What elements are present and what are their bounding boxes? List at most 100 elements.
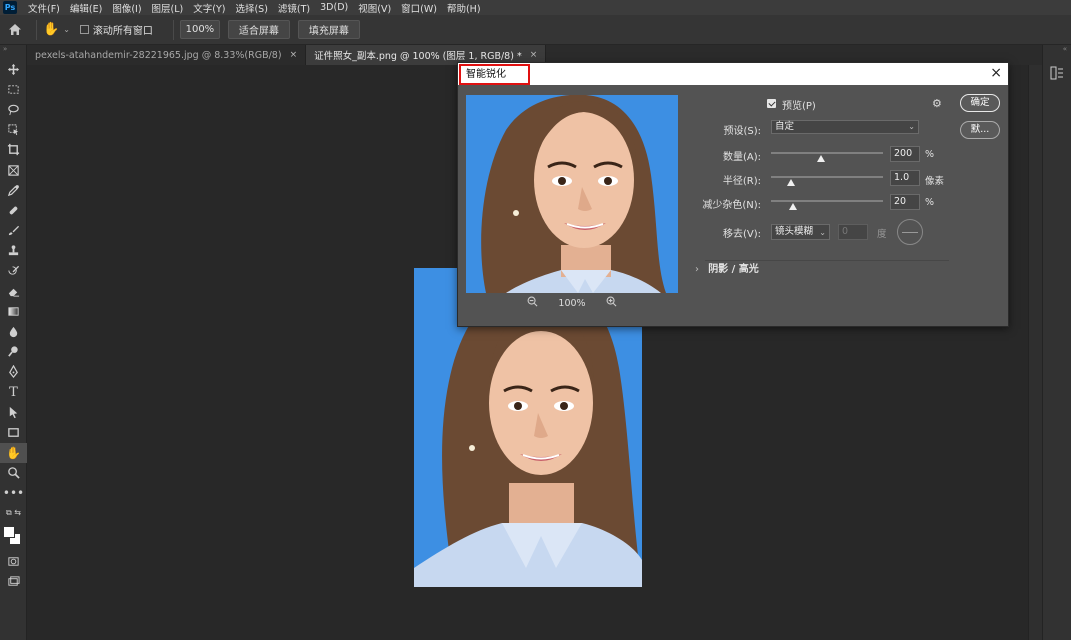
tab-label: pexels-atahandemir-28221965.jpg @ 8.33%(… (35, 49, 282, 61)
preview-image[interactable] (466, 95, 678, 293)
menu-3d[interactable]: 3D(D) (315, 2, 353, 13)
healing-brush-tool-icon[interactable] (0, 200, 27, 220)
preview-checkbox[interactable] (767, 99, 776, 108)
scroll-all-checkbox[interactable] (79, 25, 89, 34)
eraser-tool-icon[interactable] (0, 281, 27, 301)
gear-icon[interactable]: ⚙ (932, 97, 942, 110)
portrait-preview (466, 95, 678, 293)
reduce-noise-unit: % (925, 197, 935, 208)
close-icon[interactable]: × (990, 66, 1002, 81)
zoom-value-field[interactable]: 100% (179, 20, 220, 39)
path-select-tool-icon[interactable] (0, 402, 27, 422)
photoshop-logo: Ps (3, 1, 17, 14)
clone-stamp-tool-icon[interactable] (0, 241, 27, 261)
radius-input[interactable]: 1.0 (890, 170, 920, 186)
shadows-highlights-section[interactable]: › 阴影 / 高光 (695, 260, 759, 275)
reduce-noise-slider-track[interactable] (771, 200, 883, 202)
blur-tool-icon[interactable] (0, 321, 27, 341)
brush-tool-icon[interactable] (0, 221, 27, 241)
radius-label: 半径(R): (722, 176, 761, 187)
color-swatches-icon[interactable] (0, 523, 27, 551)
marquee-tool-icon[interactable] (0, 79, 27, 99)
preset-value: 自定 (775, 121, 795, 132)
history-brush-tool-icon[interactable] (0, 261, 27, 281)
right-panel: « (1042, 45, 1071, 640)
smart-sharpen-dialog: 智能锐化 × 100% 预览(P) ⚙ 确定 默... 预设(S): 自定 ⌄ … (457, 62, 1009, 327)
amount-slider-handle[interactable] (817, 155, 826, 162)
gradient-tool-icon[interactable] (0, 301, 27, 321)
menu-image[interactable]: 图像(I) (107, 1, 146, 15)
reduce-noise-slider-handle[interactable] (789, 203, 798, 210)
rectangle-tool-icon[interactable] (0, 422, 27, 442)
menu-layer[interactable]: 图层(L) (147, 1, 189, 15)
angle-dial (897, 219, 923, 245)
object-select-tool-icon[interactable] (0, 120, 27, 140)
photoshop-window: Ps 文件(F) 编辑(E) 图像(I) 图层(L) 文字(Y) 选择(S) 滤… (0, 0, 1071, 640)
menu-help[interactable]: 帮助(H) (442, 1, 486, 15)
angle-input: 0 (838, 224, 868, 240)
menu-edit[interactable]: 编辑(E) (65, 1, 107, 15)
zoom-tool-icon[interactable] (0, 463, 27, 483)
home-icon[interactable] (0, 23, 30, 36)
hand-tool-icon[interactable]: ✋ (43, 22, 59, 37)
amount-input[interactable]: 200 (890, 146, 920, 162)
options-bar: ✋ ⌄ 滚动所有窗口 100% 适合屏幕 填充屏幕 (0, 15, 1071, 45)
reduce-noise-label: 减少杂色(N): (702, 200, 761, 211)
zoom-in-icon[interactable] (606, 296, 617, 310)
dodge-tool-icon[interactable] (0, 342, 27, 362)
tools-panel: » T ✋ ••• ⧉ ⇆ (0, 45, 27, 640)
hand-tool-active-icon[interactable]: ✋ (0, 442, 27, 463)
menu-filter[interactable]: 滤镜(T) (273, 1, 315, 15)
dialog-title: 智能锐化 (459, 64, 530, 85)
pen-tool-icon[interactable] (0, 362, 27, 382)
more-tools-icon[interactable]: ••• (0, 483, 27, 503)
zoom-out-icon[interactable] (527, 296, 538, 310)
amount-label: 数量(A): (722, 152, 761, 163)
angle-unit: 度 (877, 229, 887, 240)
swap-colors-icon[interactable]: ⧉ ⇆ (0, 503, 27, 523)
eyedropper-tool-icon[interactable] (0, 180, 27, 200)
vertical-scrollbar[interactable] (1028, 65, 1042, 640)
menu-view[interactable]: 视图(V) (353, 1, 396, 15)
amount-unit: % (925, 149, 935, 160)
properties-panel-icon[interactable] (1049, 65, 1065, 81)
quick-mask-icon[interactable] (0, 551, 27, 571)
close-icon[interactable]: × (530, 50, 538, 60)
lasso-tool-icon[interactable] (0, 99, 27, 119)
separator (172, 19, 174, 40)
panel-collapse-icon[interactable]: « (1043, 45, 1071, 59)
frame-tool-icon[interactable] (0, 160, 27, 180)
menu-window[interactable]: 窗口(W) (396, 1, 442, 15)
radius-slider-handle[interactable] (787, 179, 796, 186)
chevron-down-icon: ⌄ (908, 122, 915, 131)
tab-pexels-document[interactable]: pexels-atahandemir-28221965.jpg @ 8.33%(… (27, 45, 307, 65)
crop-tool-icon[interactable] (0, 140, 27, 160)
reduce-noise-input[interactable]: 20 (890, 194, 920, 210)
remove-value: 镜头模糊 (775, 226, 814, 237)
menu-select[interactable]: 选择(S) (230, 1, 272, 15)
dialog-title-bar[interactable]: 智能锐化 × (458, 63, 1008, 85)
ok-button[interactable]: 确定 (960, 94, 1000, 112)
amount-slider-track[interactable] (771, 152, 883, 154)
tab-label: 证件照女_副本.png @ 100% (图层 1, RGB/8) * (314, 51, 522, 62)
chevron-right-icon: › (695, 264, 699, 275)
move-tool-icon[interactable] (0, 59, 27, 79)
panel-collapse-icon[interactable]: » (0, 45, 26, 59)
fill-screen-button[interactable]: 填充屏幕 (297, 20, 360, 39)
remove-label: 移去(V): (722, 229, 761, 240)
close-icon[interactable]: × (290, 50, 298, 60)
chevron-down-icon[interactable]: ⌄ (63, 25, 70, 34)
remove-select[interactable]: 镜头模糊 ⌄ (771, 224, 830, 240)
menu-file[interactable]: 文件(F) (23, 1, 65, 15)
zoom-level: 100% (558, 297, 586, 309)
screen-mode-icon[interactable] (0, 572, 27, 592)
menu-type[interactable]: 文字(Y) (188, 1, 230, 15)
preview-zoom-controls: 100% (466, 295, 678, 311)
fit-screen-button[interactable]: 适合屏幕 (227, 20, 290, 39)
separator (36, 19, 37, 40)
preset-select[interactable]: 自定 ⌄ (771, 120, 919, 134)
shadows-highlights-label: 阴影 / 高光 (708, 264, 759, 275)
radius-slider-track[interactable] (771, 176, 883, 178)
default-button[interactable]: 默... (960, 121, 1000, 139)
type-tool-icon[interactable]: T (0, 382, 27, 402)
